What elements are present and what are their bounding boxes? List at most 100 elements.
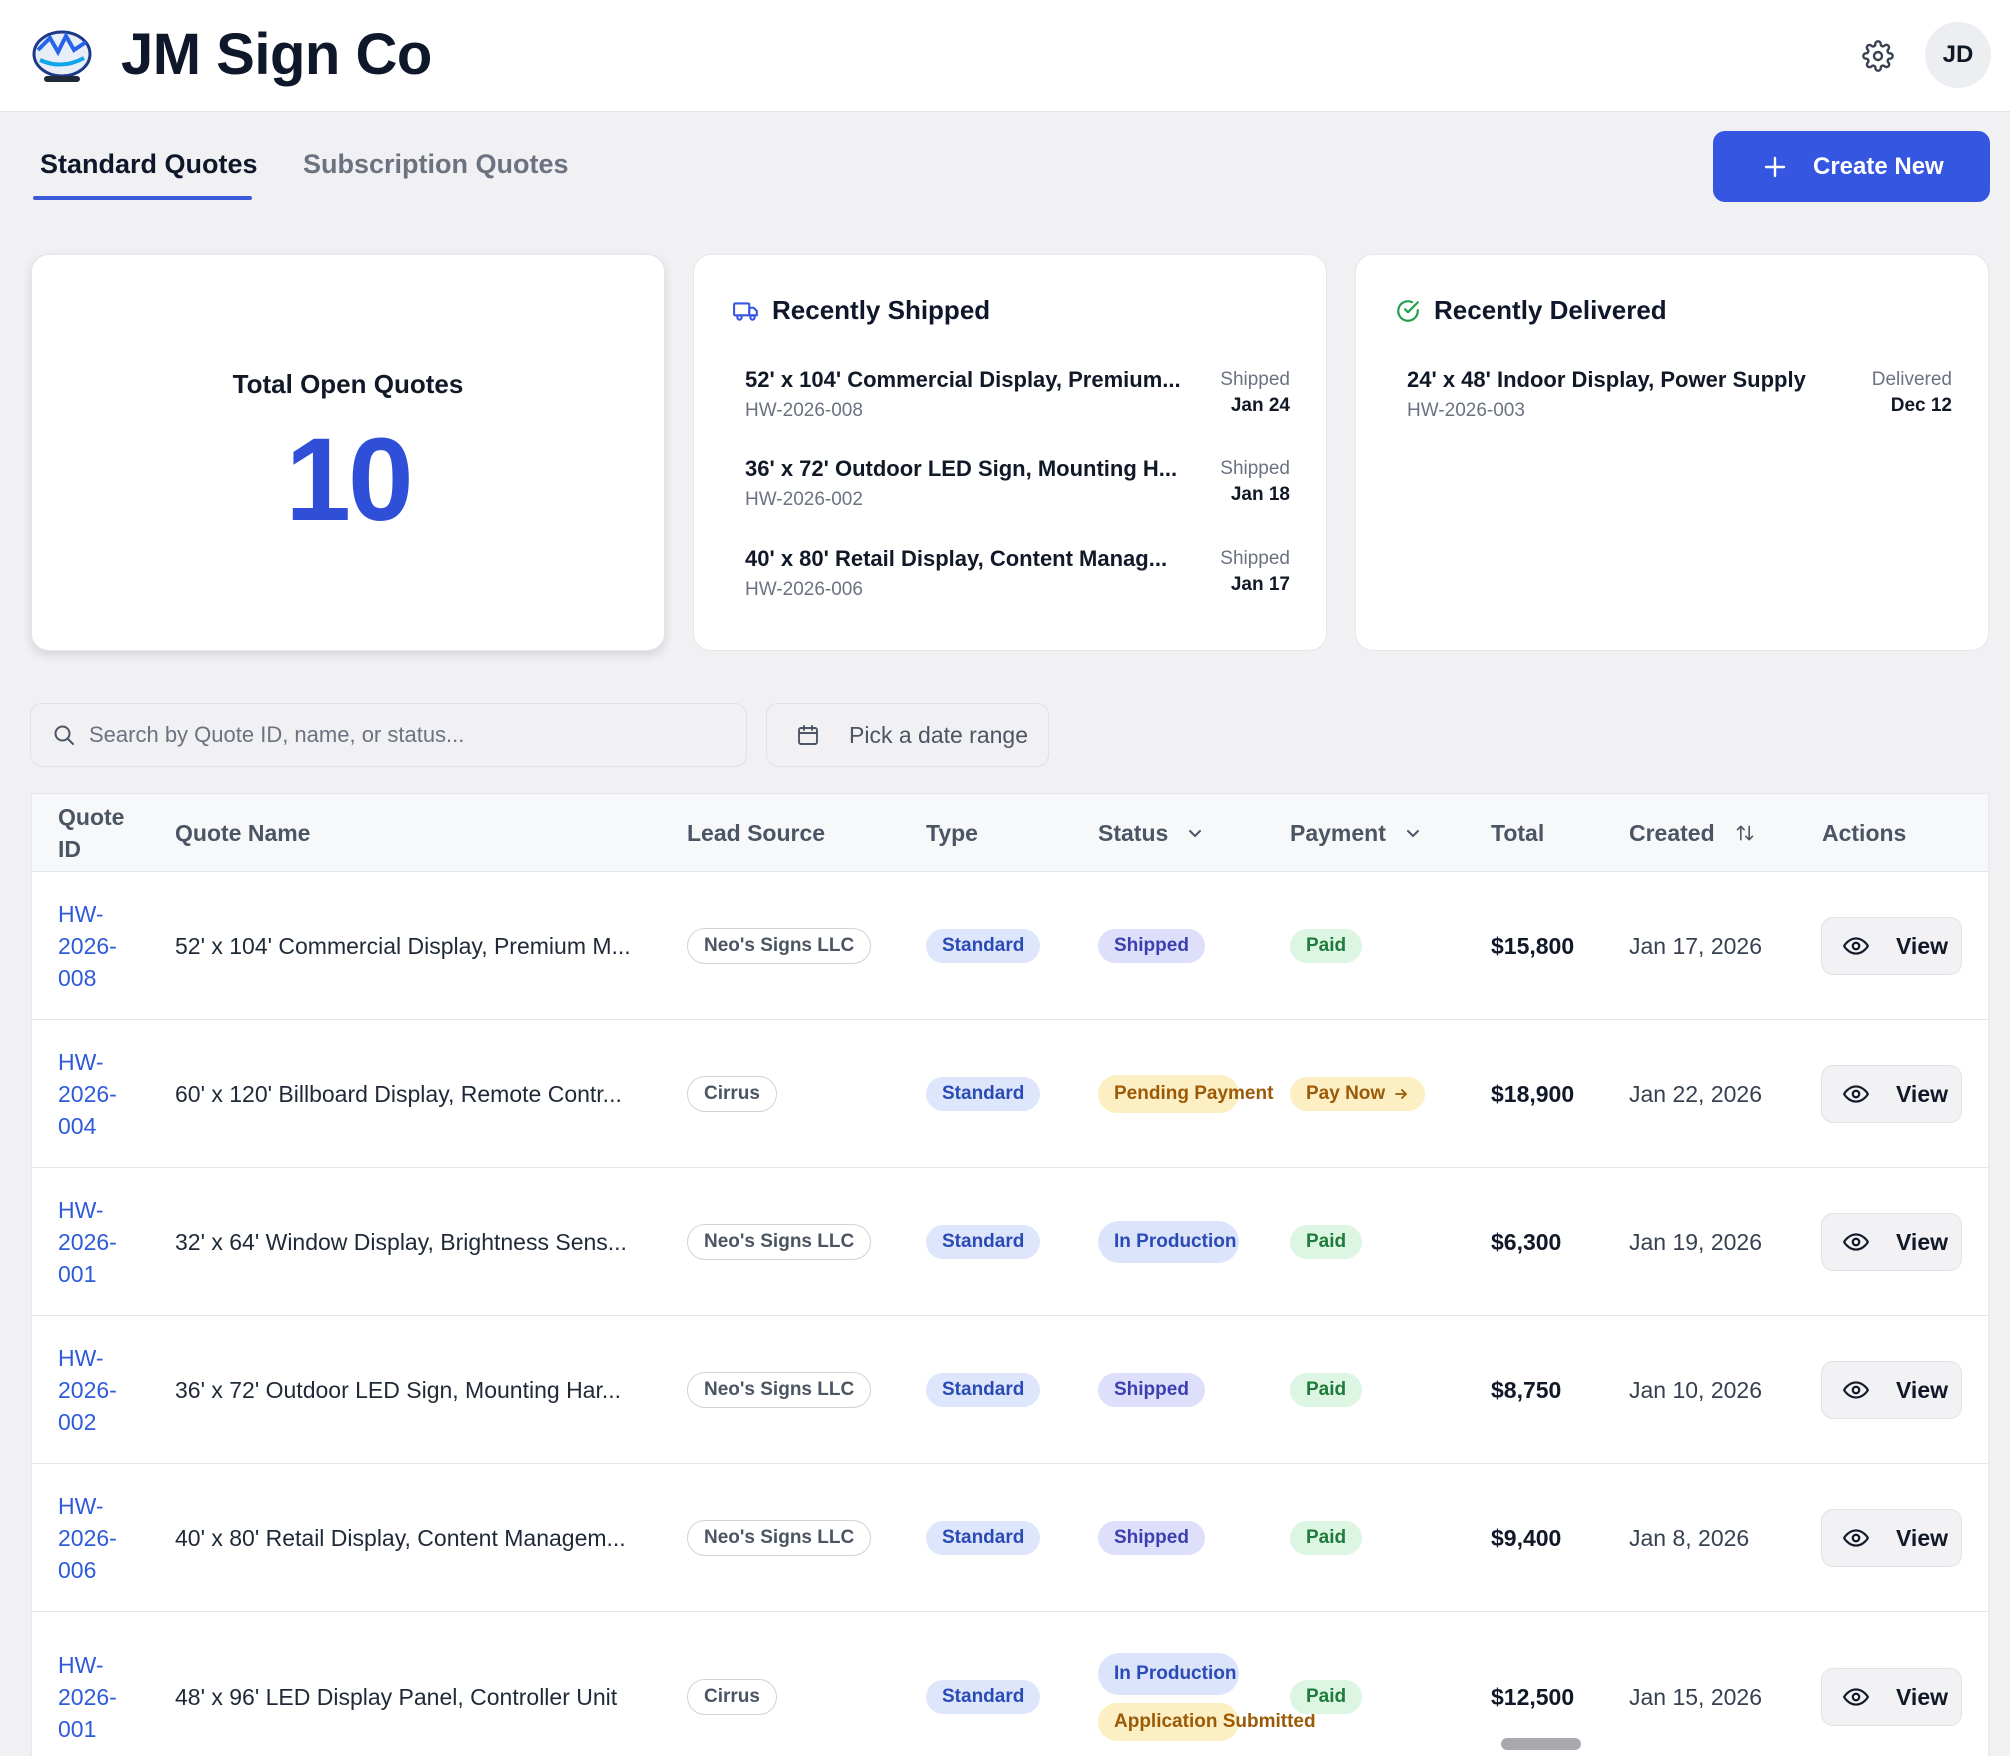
table-row: HW- 2026- 001 32' x 64' Window Display, Br… — [32, 1168, 1988, 1316]
view-button[interactable]: View — [1821, 1065, 1962, 1123]
user-avatar[interactable]: JD — [1925, 22, 1991, 88]
horizontal-scrollbar[interactable] — [1501, 1738, 1581, 1750]
pay-now-button[interactable]: Pay Now — [1290, 1077, 1426, 1111]
lead-source-badge: Neo's Signs LLC — [687, 1520, 872, 1556]
recently-delivered-title: Recently Delivered — [1394, 295, 1667, 326]
shipped-item[interactable]: 40' x 80' Retail Display, Content Manag.… — [745, 546, 1290, 606]
payment-badge: Paid — [1290, 1225, 1363, 1259]
view-button[interactable]: View — [1821, 1213, 1962, 1271]
quote-id-part: 2026- — [58, 1684, 117, 1710]
table-row: HW- 2026- 008 52' x 104' Commercial Displa… — [32, 872, 1988, 1020]
shipped-item-status: Shipped — [1220, 458, 1290, 479]
quote-id-part: 006 — [58, 1557, 97, 1583]
recently-shipped-title-text: Recently Shipped — [772, 295, 991, 325]
total-open-quotes-value: 10 — [285, 414, 413, 546]
header-lead-source: Lead Source — [687, 819, 826, 846]
quote-id-part: 2026- — [58, 1081, 117, 1107]
truck-icon — [732, 297, 760, 325]
header-status-filter[interactable]: Status — [1098, 794, 1206, 872]
chevron-down-icon — [1404, 823, 1424, 843]
delivered-item-status: Delivered — [1871, 369, 1952, 390]
type-badge: Standard — [926, 1077, 1041, 1111]
quote-id-part: 008 — [58, 965, 97, 991]
quote-name: 52' x 104' Commercial Display, Premium M… — [175, 932, 631, 959]
delivered-item-id: HW-2026-003 — [1407, 400, 1525, 421]
header-created: Created — [1629, 819, 1715, 846]
quote-created-date: Jan 8, 2026 — [1629, 1524, 1750, 1551]
view-button[interactable]: View — [1821, 917, 1962, 975]
status-badge: Shipped — [1098, 1521, 1205, 1555]
chevron-down-icon — [1186, 823, 1206, 843]
create-new-label: Create New — [1813, 152, 1944, 180]
quote-total: $9,400 — [1491, 1524, 1562, 1551]
status-badge: Shipped — [1098, 929, 1205, 963]
quote-id-link[interactable]: HW- 2026- 004 — [58, 1046, 128, 1142]
quote-name: 36' x 72' Outdoor LED Sign, Mounting Har… — [175, 1376, 622, 1403]
type-badge: Standard — [926, 1521, 1041, 1555]
quote-id-part: 2026- — [58, 1525, 117, 1551]
quote-id-link[interactable]: HW- 2026- 001 — [58, 1194, 128, 1290]
payment-badge: Paid — [1290, 1373, 1363, 1407]
quote-id-link[interactable]: HW- 2026- 002 — [58, 1342, 128, 1438]
shipped-item[interactable]: 52' x 104' Commercial Display, Premium..… — [745, 367, 1290, 427]
quote-id-link[interactable]: HW- 2026- 001 — [58, 1649, 128, 1745]
quote-id-part: 002 — [58, 1409, 97, 1435]
quote-id-part: 2026- — [58, 933, 117, 959]
eye-icon — [1842, 1228, 1870, 1256]
tab-subscription-quotes[interactable]: Subscription Quotes — [303, 146, 569, 182]
shipped-item-status: Shipped — [1220, 369, 1290, 390]
quote-name: 32' x 64' Window Display, Brightness Sen… — [175, 1228, 627, 1255]
shipped-item-date: Jan 18 — [1230, 484, 1290, 505]
plus-icon — [1763, 155, 1787, 179]
brand-name: JM Sign Co — [121, 22, 432, 87]
search-box[interactable] — [30, 703, 747, 767]
quote-id-link[interactable]: HW- 2026- 008 — [58, 898, 128, 994]
payment-badge: Paid — [1290, 1680, 1363, 1714]
quote-id-part: 2026- — [58, 1229, 117, 1255]
delivered-item[interactable]: 24' x 48' Indoor Display, Power Supply H… — [1407, 367, 1952, 427]
view-button[interactable]: View — [1821, 1668, 1962, 1726]
table-row: HW- 2026- 006 40' x 80' Retail Display, Co… — [32, 1464, 1988, 1612]
lead-source-badge: Neo's Signs LLC — [687, 1224, 872, 1260]
quotes-table: Quote ID Quote Name Lead Source Type Sta… — [31, 793, 1989, 1756]
view-button[interactable]: View — [1821, 1361, 1962, 1419]
header-type: Type — [926, 819, 978, 846]
header-created-sort[interactable]: Created — [1629, 794, 1755, 872]
view-label: View — [1896, 1683, 1948, 1710]
shipped-item-name: 36' x 72' Outdoor LED Sign, Mounting H..… — [745, 456, 1178, 481]
active-tab-indicator — [33, 196, 252, 200]
payment-badge: Paid — [1290, 929, 1363, 963]
create-new-button[interactable]: Create New — [1713, 131, 1990, 202]
quote-total: $12,500 — [1491, 1683, 1575, 1710]
gear-icon[interactable] — [1859, 37, 1897, 75]
header-payment-filter[interactable]: Payment — [1290, 794, 1424, 872]
search-icon — [51, 722, 77, 748]
status-badge: In Production — [1098, 1653, 1239, 1695]
quote-total: $8,750 — [1491, 1376, 1562, 1403]
type-badge: Standard — [926, 1373, 1041, 1407]
tab-standard-quotes[interactable]: Standard Quotes — [40, 146, 258, 182]
quote-id-part: HW- — [58, 1197, 104, 1223]
quote-total: $15,800 — [1491, 932, 1575, 959]
quote-id-link[interactable]: HW- 2026- 006 — [58, 1490, 128, 1586]
quote-id-part: HW- — [58, 1652, 104, 1678]
status-badge: Pending Payment — [1098, 1075, 1273, 1113]
date-range-picker[interactable]: Pick a date range — [766, 703, 1049, 767]
quote-id-part: HW- — [58, 1493, 104, 1519]
company-logo[interactable] — [30, 28, 94, 86]
delivered-item-name: 24' x 48' Indoor Display, Power Supply — [1407, 367, 1806, 392]
quote-name: 40' x 80' Retail Display, Content Manage… — [175, 1524, 626, 1551]
view-button[interactable]: View — [1821, 1509, 1962, 1567]
search-input[interactable] — [89, 722, 729, 748]
lead-source-badge: Neo's Signs LLC — [687, 928, 872, 964]
sort-icon — [1735, 823, 1755, 843]
type-badge: Standard — [926, 1225, 1041, 1259]
table-row: HW- 2026- 004 60' x 120' Billboard Display… — [32, 1020, 1988, 1168]
quote-created-date: Jan 17, 2026 — [1629, 932, 1763, 959]
header-quote-name: Quote Name — [175, 819, 311, 846]
shipped-item[interactable]: 36' x 72' Outdoor LED Sign, Mounting H..… — [745, 456, 1290, 516]
recently-delivered-title-text: Recently Delivered — [1434, 295, 1667, 325]
eye-icon — [1842, 1683, 1870, 1711]
lead-source-badge: Neo's Signs LLC — [687, 1372, 872, 1408]
arrow-right-icon — [1393, 1086, 1409, 1102]
